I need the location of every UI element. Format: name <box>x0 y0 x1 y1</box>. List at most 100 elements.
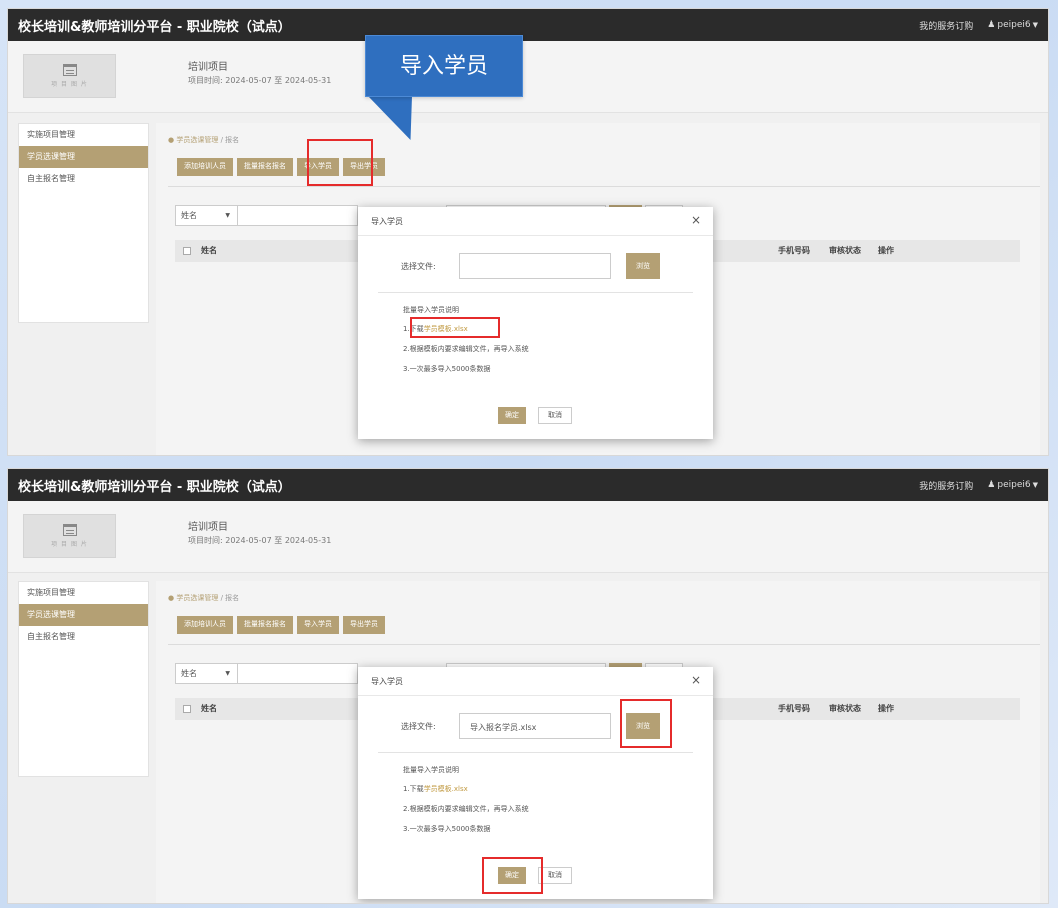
add-trainee-button[interactable]: 添加培训人员 <box>177 616 233 634</box>
sidebar-item-implementation[interactable]: 实施项目管理 <box>19 124 148 146</box>
breadcrumb-current: 报名 <box>225 594 240 602</box>
my-orders-link[interactable]: 我的服务订购 <box>919 19 973 32</box>
modal-divider <box>378 292 693 293</box>
user-name: peipei6 <box>997 480 1031 490</box>
user-name: peipei6 <box>997 20 1031 30</box>
instruction-1: 1.下载学员模板.xlsx <box>403 784 468 794</box>
column-operation: 操作 <box>878 246 894 255</box>
browse-button[interactable]: 浏览 <box>626 253 660 279</box>
divider <box>168 644 1040 645</box>
modal-title: 导入学员 <box>371 677 403 686</box>
close-icon[interactable]: × <box>691 213 701 227</box>
user-menu[interactable]: ♟ peipei6 ▼ <box>987 20 1038 30</box>
highlight-import-button <box>307 139 373 186</box>
column-operation: 操作 <box>878 704 894 713</box>
column-status: 审核状态 <box>829 704 861 713</box>
breadcrumb-parent[interactable]: 学员选课管理 <box>176 136 218 144</box>
callout-import-students: 导入学员 <box>365 35 523 97</box>
instruction-1-prefix: 1.下载 <box>403 785 424 793</box>
export-students-button[interactable]: 导出学员 <box>343 616 385 634</box>
file-input[interactable] <box>459 253 611 279</box>
sidebar-item-self-enroll[interactable]: 自主报名管理 <box>19 626 148 648</box>
column-status: 审核状态 <box>829 246 861 255</box>
instruction-2: 2.根据模板内要求编辑文件，再导入系统 <box>403 345 529 353</box>
sidebar-item-course-selection[interactable]: 学员选课管理 <box>19 604 148 626</box>
import-students-modal: 导入学员 × 选择文件: 浏览 批量导入学员说明 1.下载学员模板.xlsx 2… <box>358 207 713 439</box>
filter-input[interactable] <box>238 205 358 226</box>
instruction-2: 2.根据模板内要求编辑文件，再导入系统 <box>403 805 529 813</box>
highlight-browse-button <box>620 699 672 748</box>
user-icon: ♟ <box>987 20 996 30</box>
modal-header: 导入学员 × <box>358 667 713 696</box>
location-pin-icon: ● <box>168 594 175 602</box>
confirm-button[interactable]: 确定 <box>498 407 526 424</box>
toolbar: 添加培训人员 批量报名报名 导入学员 导出学员 <box>177 616 385 634</box>
project-title: 培训项目 <box>188 522 228 533</box>
project-image: 项 目 图 片 <box>23 514 116 558</box>
caret-down-icon: ▼ <box>225 212 230 219</box>
caret-down-icon: ▼ <box>225 670 230 677</box>
file-input[interactable]: 导入报名学员.xlsx <box>459 713 611 739</box>
user-menu[interactable]: ♟ peipei6 ▼ <box>987 480 1038 490</box>
modal-divider <box>378 752 693 753</box>
breadcrumb: ● 学员选课管理 / 报名 <box>168 593 239 603</box>
screenshot-step-1: 校长培训&教师培训分平台 - 职业院校（试点） 我的服务订购 ♟ peipei6… <box>7 8 1049 456</box>
project-time: 项目时间: 2024-05-07 至 2024-05-31 <box>188 76 332 85</box>
project-image: 项 目 图 片 <box>23 54 116 98</box>
location-pin-icon: ● <box>168 136 175 144</box>
close-icon[interactable]: × <box>691 673 701 687</box>
app-title: 校长培训&教师培训分平台 - 职业院校（试点） <box>18 479 291 495</box>
file-label: 选择文件: <box>401 722 436 731</box>
instructions-title: 批量导入学员说明 <box>403 766 459 774</box>
instructions-title: 批量导入学员说明 <box>403 306 459 314</box>
top-navbar: 校长培训&教师培训分平台 - 职业院校（试点） 我的服务订购 ♟ peipei6… <box>8 469 1048 501</box>
column-phone: 手机号码 <box>778 246 810 255</box>
filter-field-select[interactable]: 姓名 ▼ <box>175 663 238 684</box>
cancel-button[interactable]: 取消 <box>538 867 572 884</box>
select-all-checkbox[interactable] <box>183 705 191 713</box>
project-image-label: 项 目 图 片 <box>51 81 88 88</box>
project-time: 项目时间: 2024-05-07 至 2024-05-31 <box>188 536 332 545</box>
divider <box>168 186 1040 187</box>
project-image-label: 项 目 图 片 <box>51 541 88 548</box>
my-orders-link[interactable]: 我的服务订购 <box>919 479 973 492</box>
project-header: 项 目 图 片 培训项目 项目时间: 2024-05-07 至 2024-05-… <box>8 41 1048 113</box>
column-name: 姓名 <box>201 246 217 255</box>
sidebar-item-implementation[interactable]: 实施项目管理 <box>19 582 148 604</box>
instruction-3: 3.一次最多导入5000条数据 <box>403 365 491 373</box>
filter-field-select[interactable]: 姓名 ▼ <box>175 205 238 226</box>
column-phone: 手机号码 <box>778 704 810 713</box>
batch-enroll-button[interactable]: 批量报名报名 <box>237 616 293 634</box>
select-all-checkbox[interactable] <box>183 247 191 255</box>
sidebar: 实施项目管理 学员选课管理 自主报名管理 <box>18 581 149 777</box>
filter-field-value: 姓名 <box>181 211 197 220</box>
chevron-down-icon: ▼ <box>1032 21 1038 29</box>
filter-field-value: 姓名 <box>181 669 197 678</box>
import-students-button[interactable]: 导入学员 <box>297 616 339 634</box>
breadcrumb-current: 报名 <box>225 136 240 144</box>
sidebar-item-self-enroll[interactable]: 自主报名管理 <box>19 168 148 190</box>
cancel-button[interactable]: 取消 <box>538 407 572 424</box>
breadcrumb-parent[interactable]: 学员选课管理 <box>176 594 218 602</box>
sidebar-item-course-selection[interactable]: 学员选课管理 <box>19 146 148 168</box>
project-header: 项 目 图 片 培训项目 项目时间: 2024-05-07 至 2024-05-… <box>8 501 1048 573</box>
user-icon: ♟ <box>987 480 996 490</box>
top-navbar: 校长培训&教师培训分平台 - 职业院校（试点） 我的服务订购 ♟ peipei6… <box>8 9 1048 41</box>
filter-input[interactable] <box>238 663 358 684</box>
template-download-link[interactable]: 学员模板.xlsx <box>424 785 468 793</box>
project-title: 培训项目 <box>188 62 228 73</box>
breadcrumb: ● 学员选课管理 / 报名 <box>168 135 239 145</box>
highlight-template-link <box>410 317 500 338</box>
import-students-modal: 导入学员 × 选择文件: 导入报名学员.xlsx 浏览 批量导入学员说明 1.下… <box>358 667 713 899</box>
add-trainee-button[interactable]: 添加培训人员 <box>177 158 233 176</box>
batch-enroll-button[interactable]: 批量报名报名 <box>237 158 293 176</box>
modal-title: 导入学员 <box>371 217 403 226</box>
app-title: 校长培训&教师培训分平台 - 职业院校（试点） <box>18 19 291 35</box>
image-placeholder-icon <box>62 524 77 536</box>
image-placeholder-icon <box>62 64 77 76</box>
screenshot-step-2: 校长培训&教师培训分平台 - 职业院校（试点） 我的服务订购 ♟ peipei6… <box>7 468 1049 904</box>
file-label: 选择文件: <box>401 262 436 271</box>
chevron-down-icon: ▼ <box>1032 481 1038 489</box>
sidebar: 实施项目管理 学员选课管理 自主报名管理 <box>18 123 149 323</box>
highlight-confirm-button <box>482 857 543 894</box>
